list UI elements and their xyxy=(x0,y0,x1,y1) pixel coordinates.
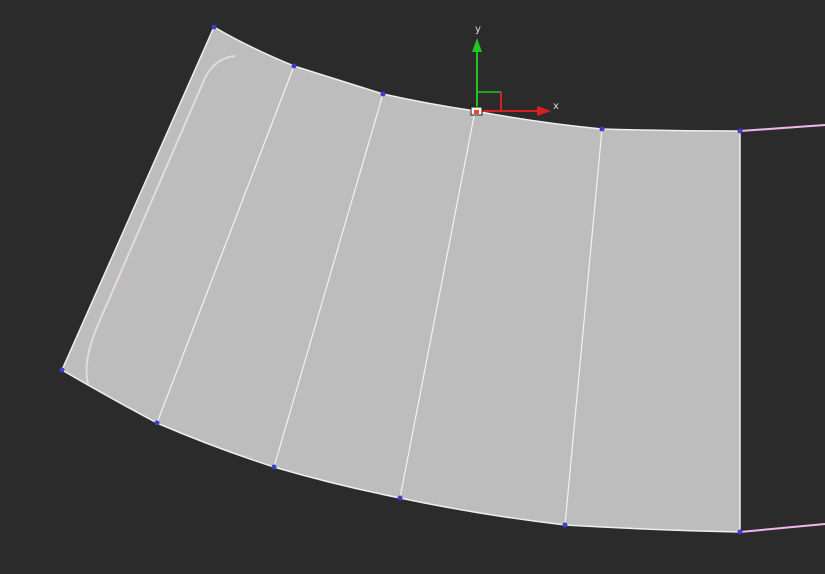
spline-top-extension[interactable] xyxy=(739,124,825,132)
vertex[interactable] xyxy=(737,529,743,535)
vertex[interactable] xyxy=(599,126,605,132)
vertex[interactable] xyxy=(380,91,386,97)
gizmo-y-label: y xyxy=(475,24,481,35)
curved-plane-mesh[interactable] xyxy=(61,25,741,533)
vertex[interactable] xyxy=(154,420,160,426)
vertex[interactable] xyxy=(737,128,743,134)
gizmo-x-label: x xyxy=(553,101,559,112)
vertex[interactable] xyxy=(562,522,568,528)
gizmo-x-arrow[interactable] xyxy=(537,106,551,116)
gizmo-pivot-marker[interactable] xyxy=(474,110,479,114)
vertex[interactable] xyxy=(59,367,65,373)
spline-bottom-extension[interactable] xyxy=(739,523,825,533)
viewport-canvas[interactable]: y x xyxy=(0,0,825,574)
vertex[interactable] xyxy=(291,63,297,69)
gizmo-y-arrow[interactable] xyxy=(472,38,482,52)
selected-spline[interactable] xyxy=(739,124,825,533)
transform-gizmo[interactable]: y x xyxy=(470,24,559,116)
vertex[interactable] xyxy=(211,24,217,30)
3d-viewport[interactable]: y x xyxy=(0,0,825,574)
vertex[interactable] xyxy=(271,464,277,470)
vertex[interactable] xyxy=(397,495,403,501)
